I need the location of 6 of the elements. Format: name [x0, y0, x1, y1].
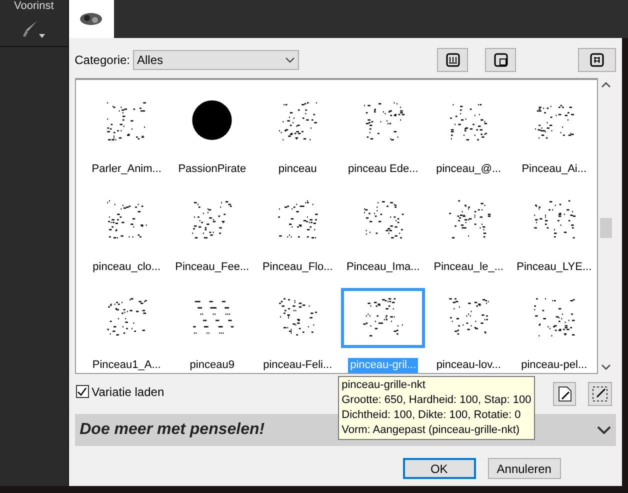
tooltip-line: Grootte: 650, Hardheid: 100, Stap: 100 — [342, 393, 532, 408]
panel-label: Voorinst — [14, 0, 54, 12]
tooltip-line: Dichtheid: 100, Dikte: 100, Rotatie: 0 — [342, 408, 522, 423]
tooltip-line: Vorm: Aangepast (pinceau-grille-nkt) — [342, 423, 521, 438]
category-label: Categorie: — [74, 52, 130, 69]
tooltip-line: pinceau-grille-nkt — [342, 378, 426, 393]
